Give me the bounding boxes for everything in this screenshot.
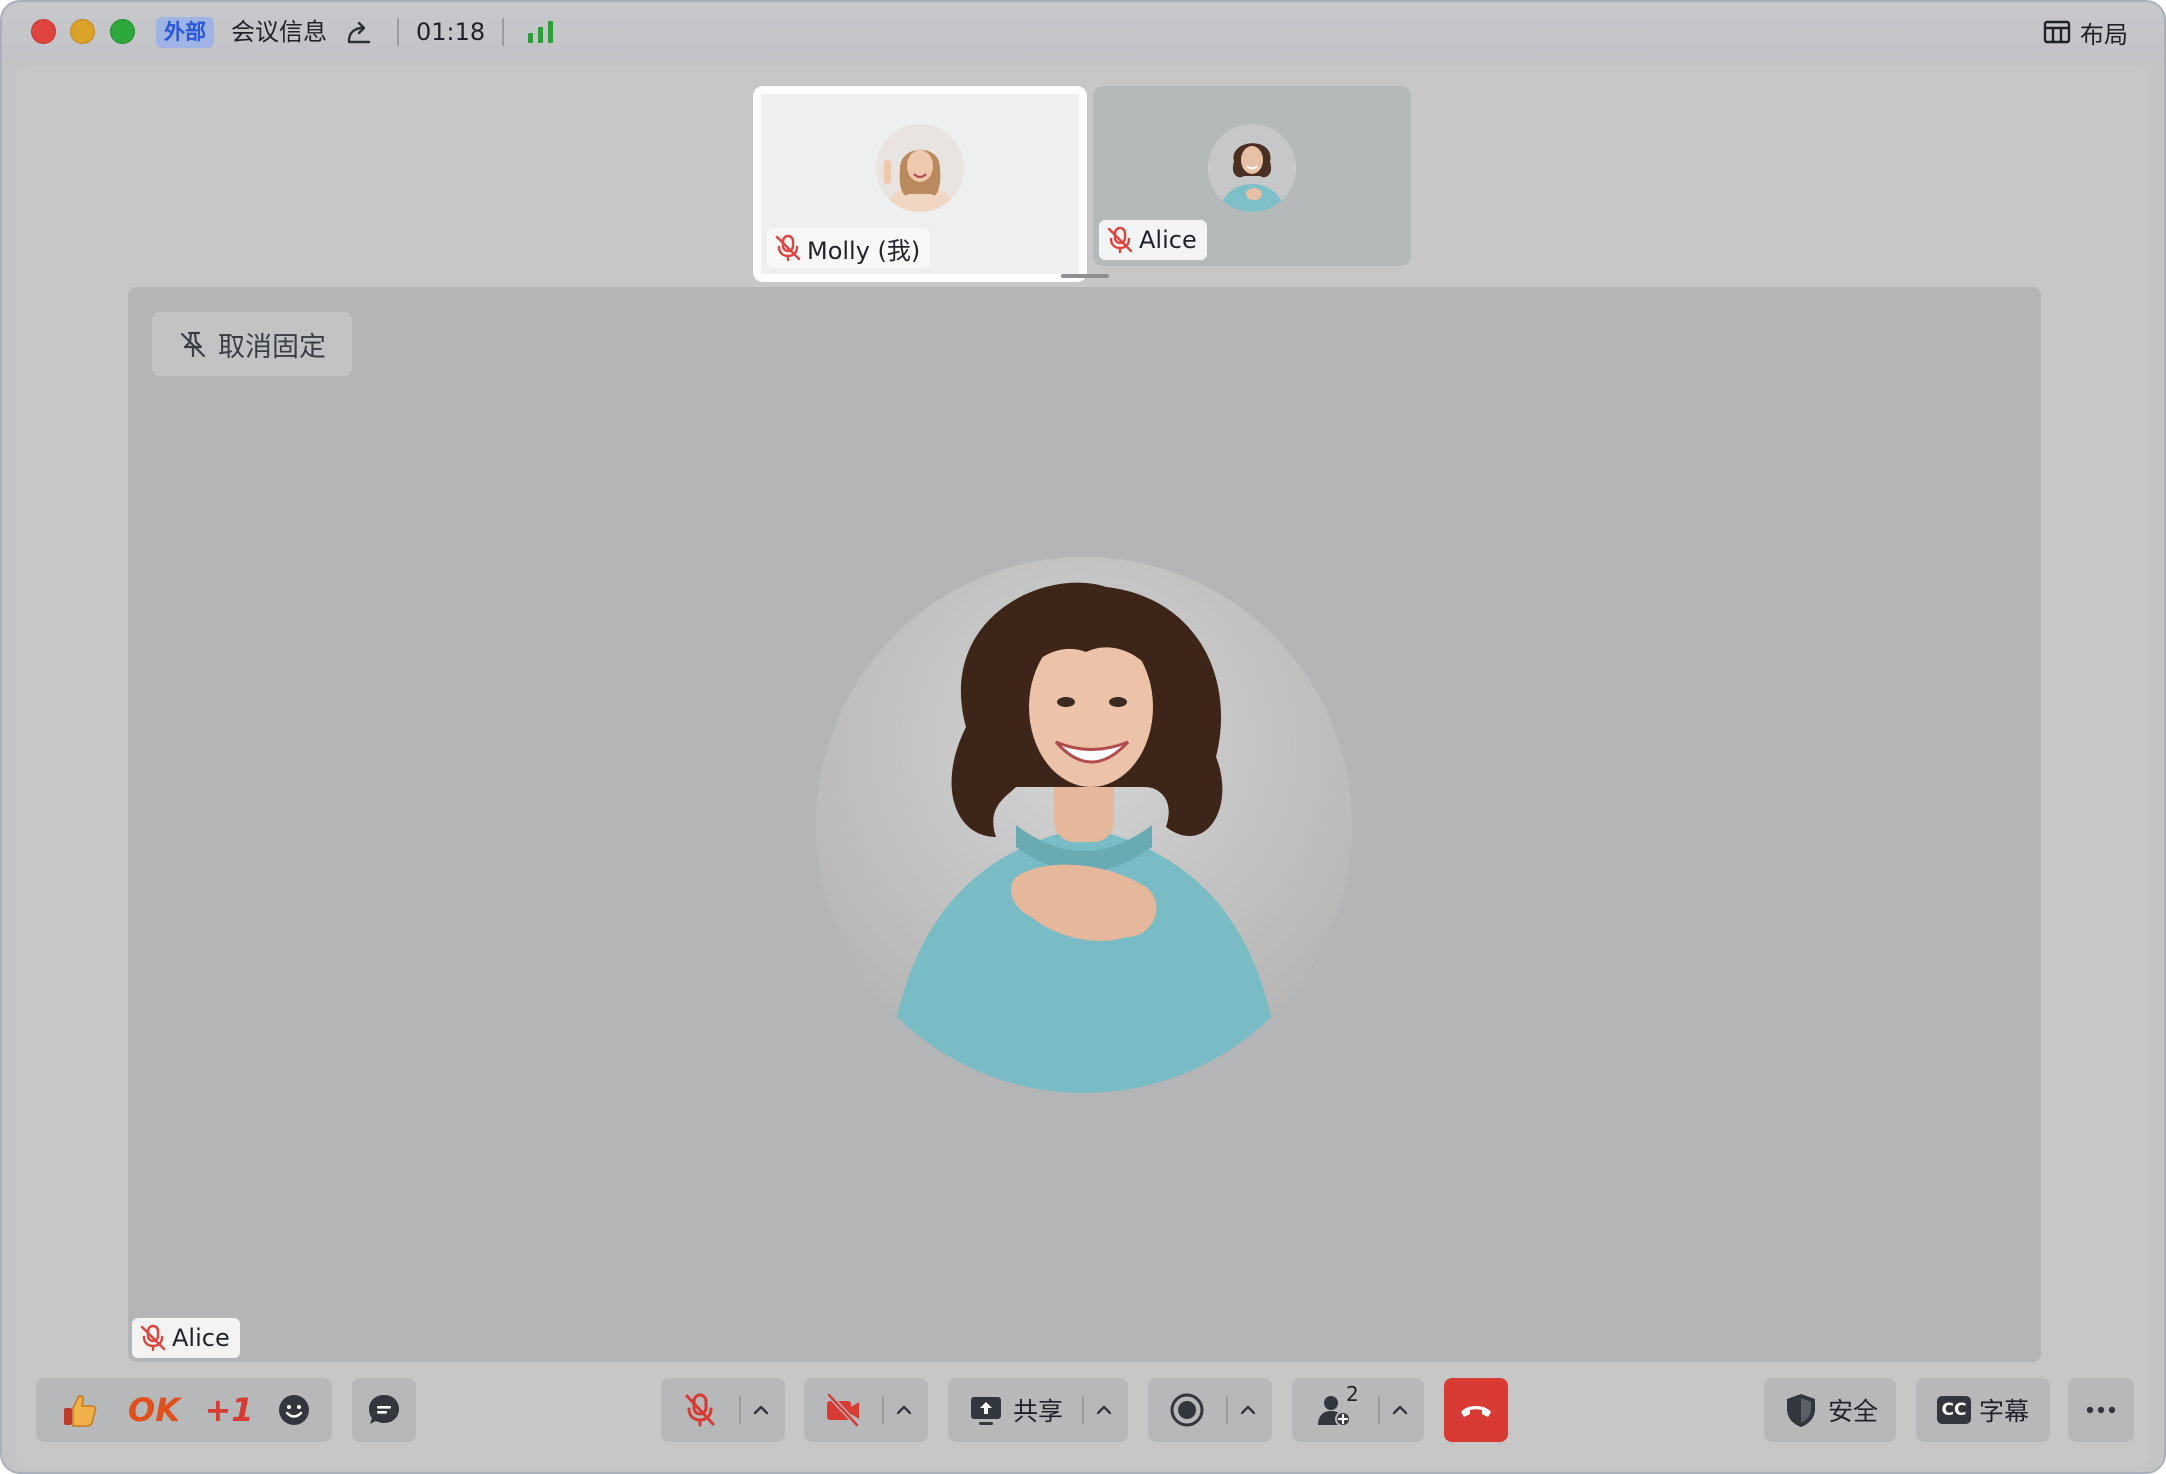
share-screen-icon — [970, 1397, 1001, 1425]
share-screen-button[interactable]: 共享 — [948, 1378, 1082, 1442]
participant-name: Alice — [1139, 226, 1197, 254]
thumbs-up-reaction-button[interactable] — [49, 1378, 109, 1442]
participant-count: 2 — [1346, 1382, 1359, 1406]
share-options-button[interactable] — [1084, 1378, 1124, 1442]
security-button-content: 安全 — [1782, 1378, 1878, 1442]
shield-icon — [1786, 1394, 1815, 1427]
title-separator — [397, 18, 399, 46]
closed-captions-icon: CC — [1936, 1396, 1971, 1424]
smiley-icon — [279, 1395, 309, 1425]
ok-reaction-button[interactable]: OK — [119, 1378, 189, 1442]
camera-toggle-button[interactable] — [804, 1378, 882, 1442]
security-button[interactable]: 安全 — [1764, 1378, 1896, 1442]
window-maximize-button[interactable] — [110, 19, 135, 44]
external-badge: 外部 — [156, 17, 214, 48]
chevron-up-icon — [1096, 1405, 1112, 1415]
chat-icon — [369, 1395, 399, 1424]
plus-one-reaction-button[interactable]: +1 — [199, 1378, 259, 1442]
window-minimize-button[interactable] — [70, 19, 95, 44]
mic-muted-icon — [140, 1324, 166, 1352]
unpin-icon — [180, 331, 206, 358]
record-button[interactable] — [1148, 1378, 1226, 1442]
security-label: 安全 — [1827, 1397, 1878, 1426]
leave-meeting-button[interactable] — [1444, 1378, 1508, 1442]
share-label: 共享 — [1012, 1397, 1063, 1426]
more-options-button[interactable] — [2068, 1378, 2134, 1442]
captions-button-content: CC 字幕 — [1936, 1378, 2029, 1442]
layout-label: 布局 — [2080, 20, 2128, 49]
share-control: 共享 — [948, 1378, 1128, 1442]
captions-button[interactable]: CC 字幕 — [1916, 1378, 2050, 1442]
mic-muted-icon — [685, 1393, 715, 1427]
mic-muted-icon — [1107, 226, 1133, 254]
microphone-options-button[interactable] — [741, 1378, 781, 1442]
signal-strength-icon[interactable] — [526, 20, 558, 44]
camera-control — [804, 1378, 928, 1442]
meeting-window: 外部 会议信息 01:18 布局 Molly (我) Alice 取消固定 Al… — [0, 0, 2166, 1474]
meeting-toolbar: OK +1 共享 2 安全 CC 字幕 — [2, 1378, 2164, 1448]
participants-button[interactable]: 2 — [1292, 1378, 1378, 1442]
molly-avatar-image — [876, 124, 964, 212]
title-bar: 外部 会议信息 01:18 布局 — [2, 2, 2164, 62]
mute-toggle-button[interactable] — [661, 1378, 739, 1442]
alice-large-avatar-image — [816, 557, 1352, 1093]
captions-label: 字幕 — [1978, 1397, 2029, 1426]
hang-up-icon — [1461, 1406, 1491, 1417]
window-close-button[interactable] — [31, 19, 56, 44]
participant-name: Molly (我) — [807, 236, 921, 265]
share-link-icon[interactable] — [345, 18, 373, 46]
camera-off-icon — [826, 1392, 860, 1428]
participant-name-tag: Alice — [1099, 220, 1207, 260]
mic-muted-icon — [775, 234, 801, 262]
speaker-name-tag: Alice — [132, 1318, 240, 1358]
meeting-info-button[interactable]: 会议信息 — [231, 15, 327, 49]
chevron-up-icon — [896, 1405, 912, 1415]
title-separator — [502, 18, 504, 46]
chevron-up-icon — [1392, 1405, 1408, 1415]
thumbnail-strip-resize-handle[interactable] — [1061, 274, 1109, 278]
camera-options-button[interactable] — [884, 1378, 924, 1442]
participants-options-button[interactable] — [1380, 1378, 1420, 1442]
unpin-label: 取消固定 — [218, 331, 326, 363]
main-speaker-view: 取消固定 Alice — [128, 287, 2041, 1362]
avatar — [876, 124, 964, 212]
participant-tile-alice[interactable]: Alice — [1093, 86, 1411, 266]
avatar — [1208, 124, 1296, 212]
participants-control: 2 — [1292, 1378, 1424, 1442]
reactions-group: OK +1 — [36, 1378, 332, 1442]
chevron-up-icon — [1240, 1405, 1256, 1415]
microphone-control — [661, 1378, 785, 1442]
more-horizontal-icon — [2086, 1406, 2116, 1414]
layout-icon — [2043, 20, 2071, 44]
meeting-timer: 01:18 — [416, 18, 486, 46]
avatar — [816, 557, 1352, 1093]
record-options-button[interactable] — [1228, 1378, 1268, 1442]
record-icon — [1170, 1393, 1204, 1427]
layout-button[interactable]: 布局 — [2042, 14, 2128, 50]
thumbs-up-icon — [64, 1395, 97, 1427]
alice-avatar-image — [1208, 124, 1296, 212]
unpin-button[interactable]: 取消固定 — [152, 312, 352, 376]
emoji-picker-button[interactable] — [269, 1378, 319, 1442]
record-control — [1148, 1378, 1272, 1442]
chat-button[interactable] — [352, 1378, 416, 1442]
chevron-up-icon — [753, 1405, 769, 1415]
participant-tile-self[interactable]: Molly (我) — [753, 86, 1087, 282]
speaker-name: Alice — [172, 1324, 230, 1352]
participant-name-tag: Molly (我) — [767, 228, 931, 268]
